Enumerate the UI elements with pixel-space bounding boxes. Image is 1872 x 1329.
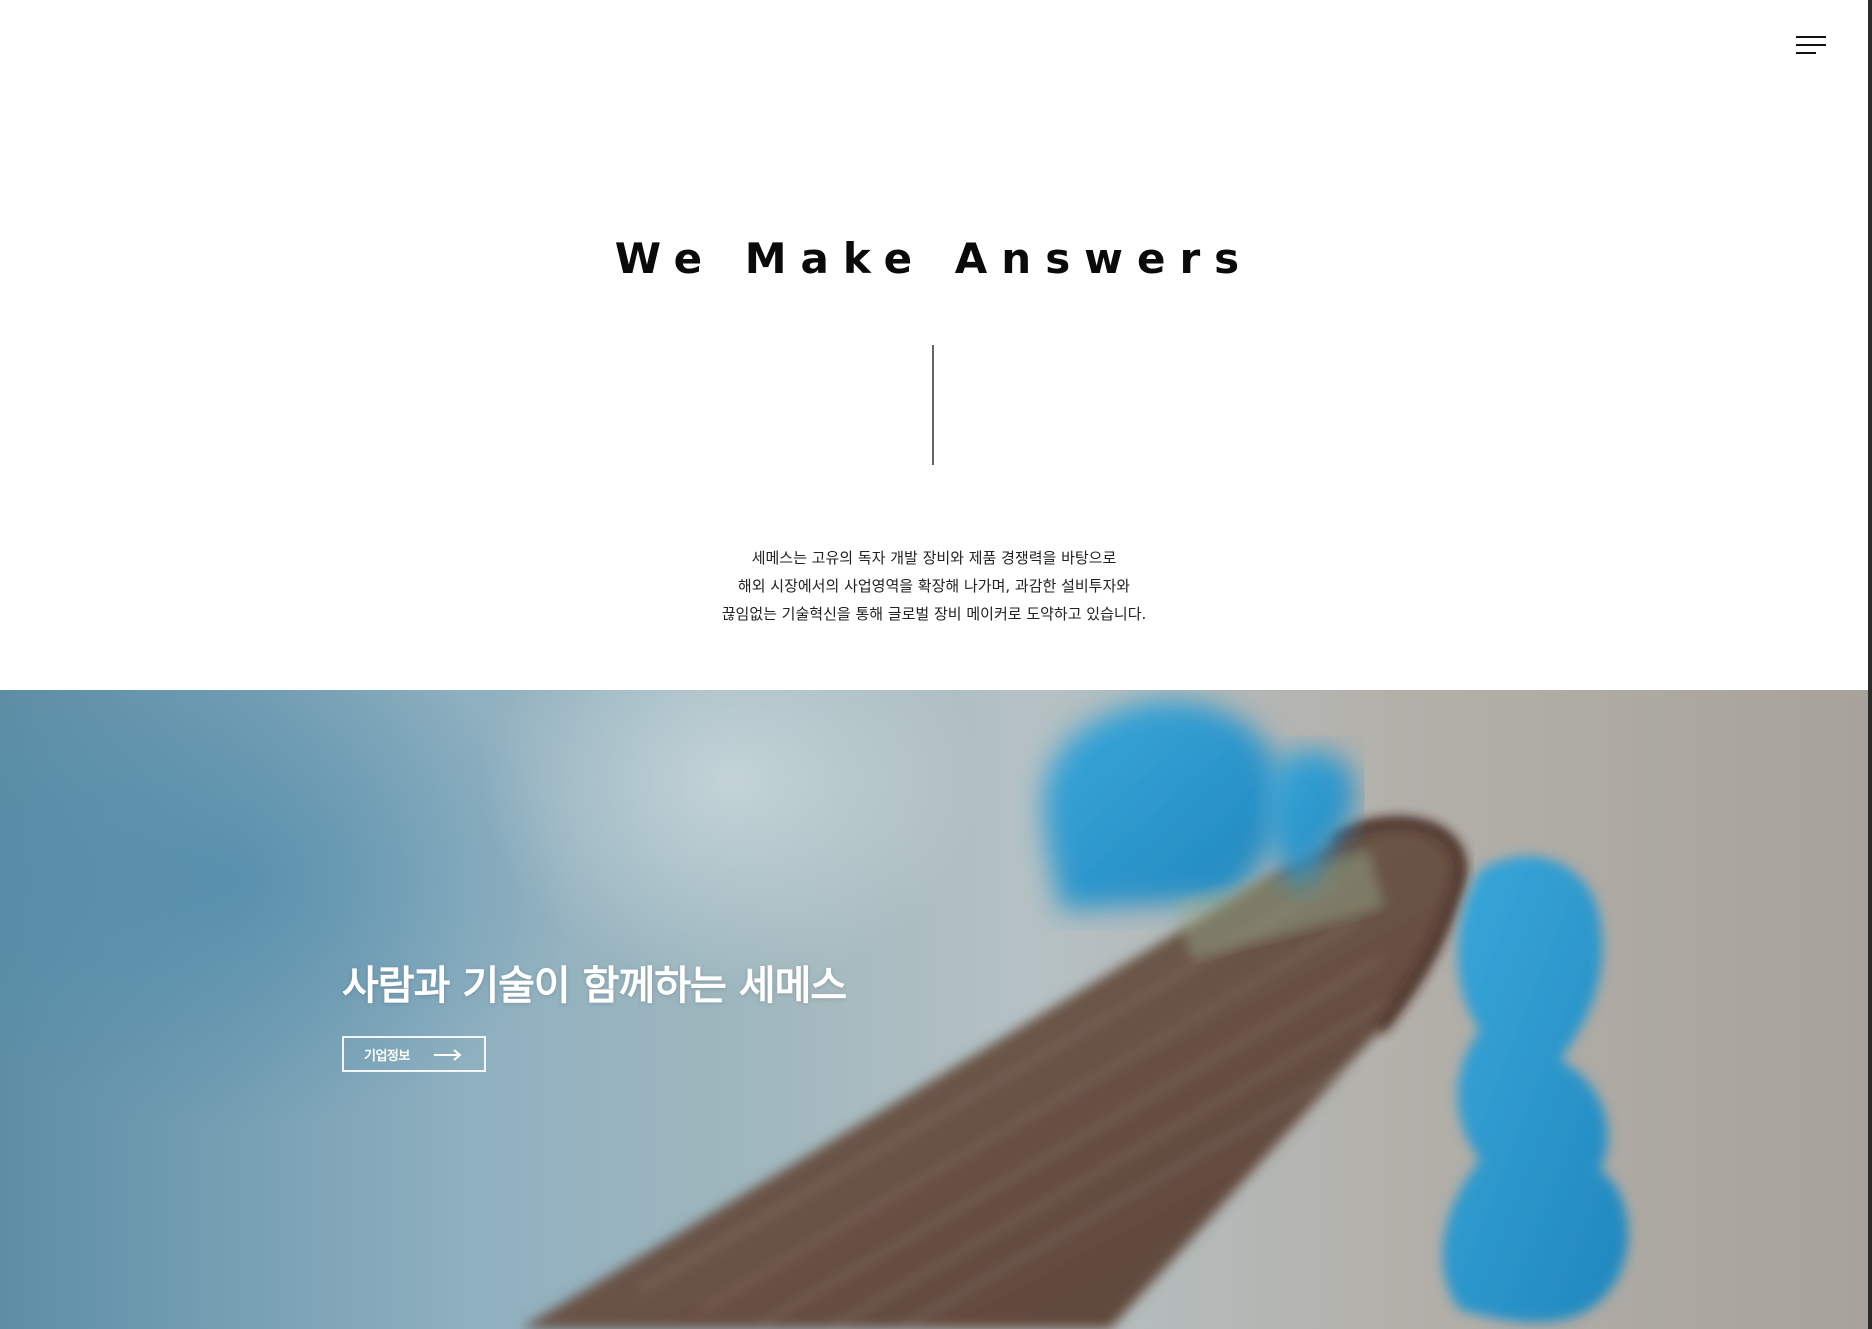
menu-line-icon (1796, 36, 1826, 38)
intro-line: 해외 시장에서의 사업영역을 확장해 나가며, 과감한 설비투자와 (737, 577, 1131, 595)
intro-title: We Make Answers (614, 234, 1254, 283)
menu-line-icon (1796, 44, 1826, 46)
intro-line: 끊임없는 기술혁신을 통해 글로벌 장비 메이커로 도약하고 있습니다. (721, 605, 1147, 623)
wafer-hand-image (520, 700, 1629, 1329)
hamburger-menu-button[interactable] (1796, 34, 1830, 58)
company-info-button[interactable]: 기업정보 (342, 1036, 486, 1072)
menu-line-icon (1796, 52, 1816, 54)
company-info-button-label: 기업정보 (364, 1048, 410, 1064)
intro-description: 세메스는 고유의 독자 개발 장비와 제품 경쟁력을 바탕으로 해외 시장에서의… (0, 544, 1868, 628)
arrow-right-icon (434, 1049, 462, 1061)
intro-line: 세메스는 고유의 독자 개발 장비와 제품 경쟁력을 바탕으로 (751, 549, 1117, 567)
window-edge (1868, 0, 1872, 1329)
hero-title: 사람과 기술이 함께하는 세메스 (342, 963, 847, 1009)
hero-section: 사람과 기술이 함께하는 세메스 기업정보 (0, 690, 1868, 1329)
page: We Make Answers 세메스는 고유의 독자 개발 장비와 제품 경쟁… (0, 0, 1872, 1329)
vertical-divider (932, 345, 934, 465)
